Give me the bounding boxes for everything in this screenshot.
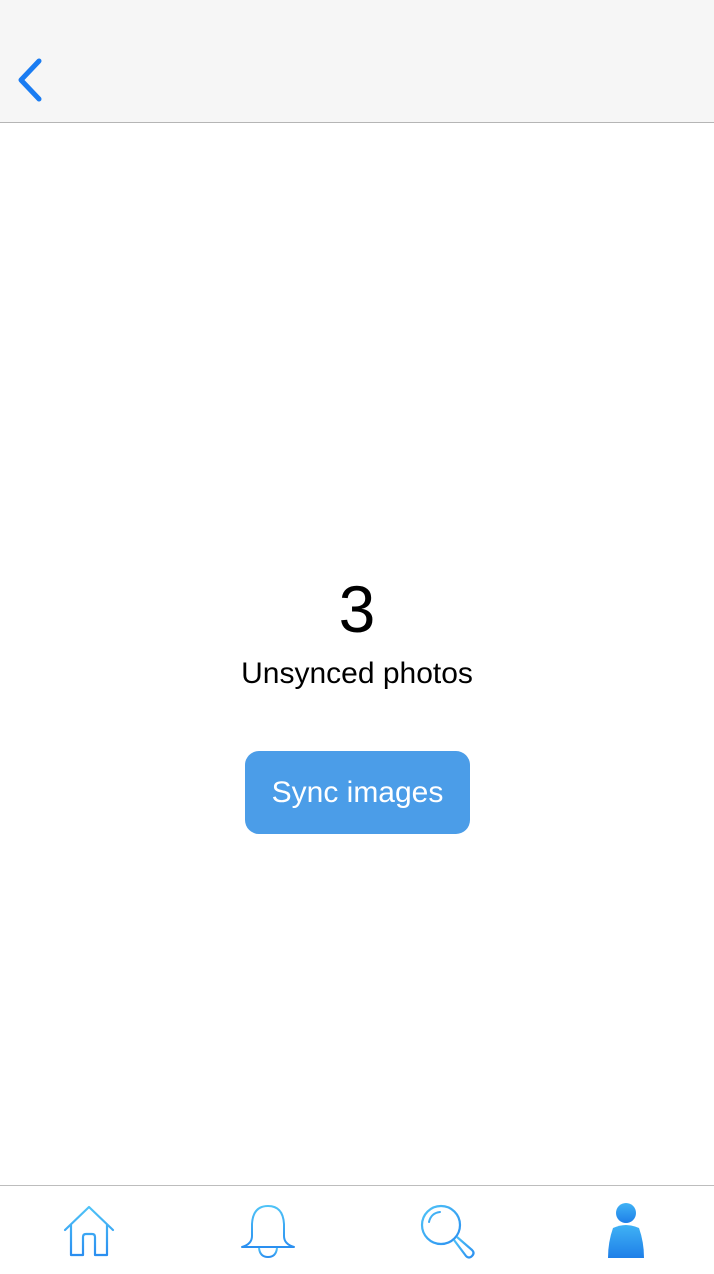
bell-icon [241, 1204, 295, 1258]
chevron-left-icon [18, 58, 42, 102]
tab-notifications[interactable] [179, 1186, 357, 1274]
profile-icon [608, 1202, 644, 1258]
unsynced-count-label: Unsynced photos [241, 657, 473, 690]
tab-home[interactable] [0, 1186, 178, 1274]
unsynced-count: 3 [338, 572, 376, 646]
tab-search[interactable] [358, 1186, 536, 1274]
tab-bar [0, 1185, 714, 1274]
back-button[interactable] [6, 50, 54, 110]
main-content: 3 Unsynced photos Sync images [0, 124, 714, 1185]
navigation-bar [0, 0, 714, 123]
search-icon [420, 1204, 475, 1259]
unsynced-photos-screen: 3 Unsynced photos Sync images [0, 0, 714, 1274]
home-icon [63, 1205, 115, 1256]
tab-profile[interactable] [537, 1186, 714, 1274]
sync-images-button[interactable]: Sync images [245, 751, 470, 834]
